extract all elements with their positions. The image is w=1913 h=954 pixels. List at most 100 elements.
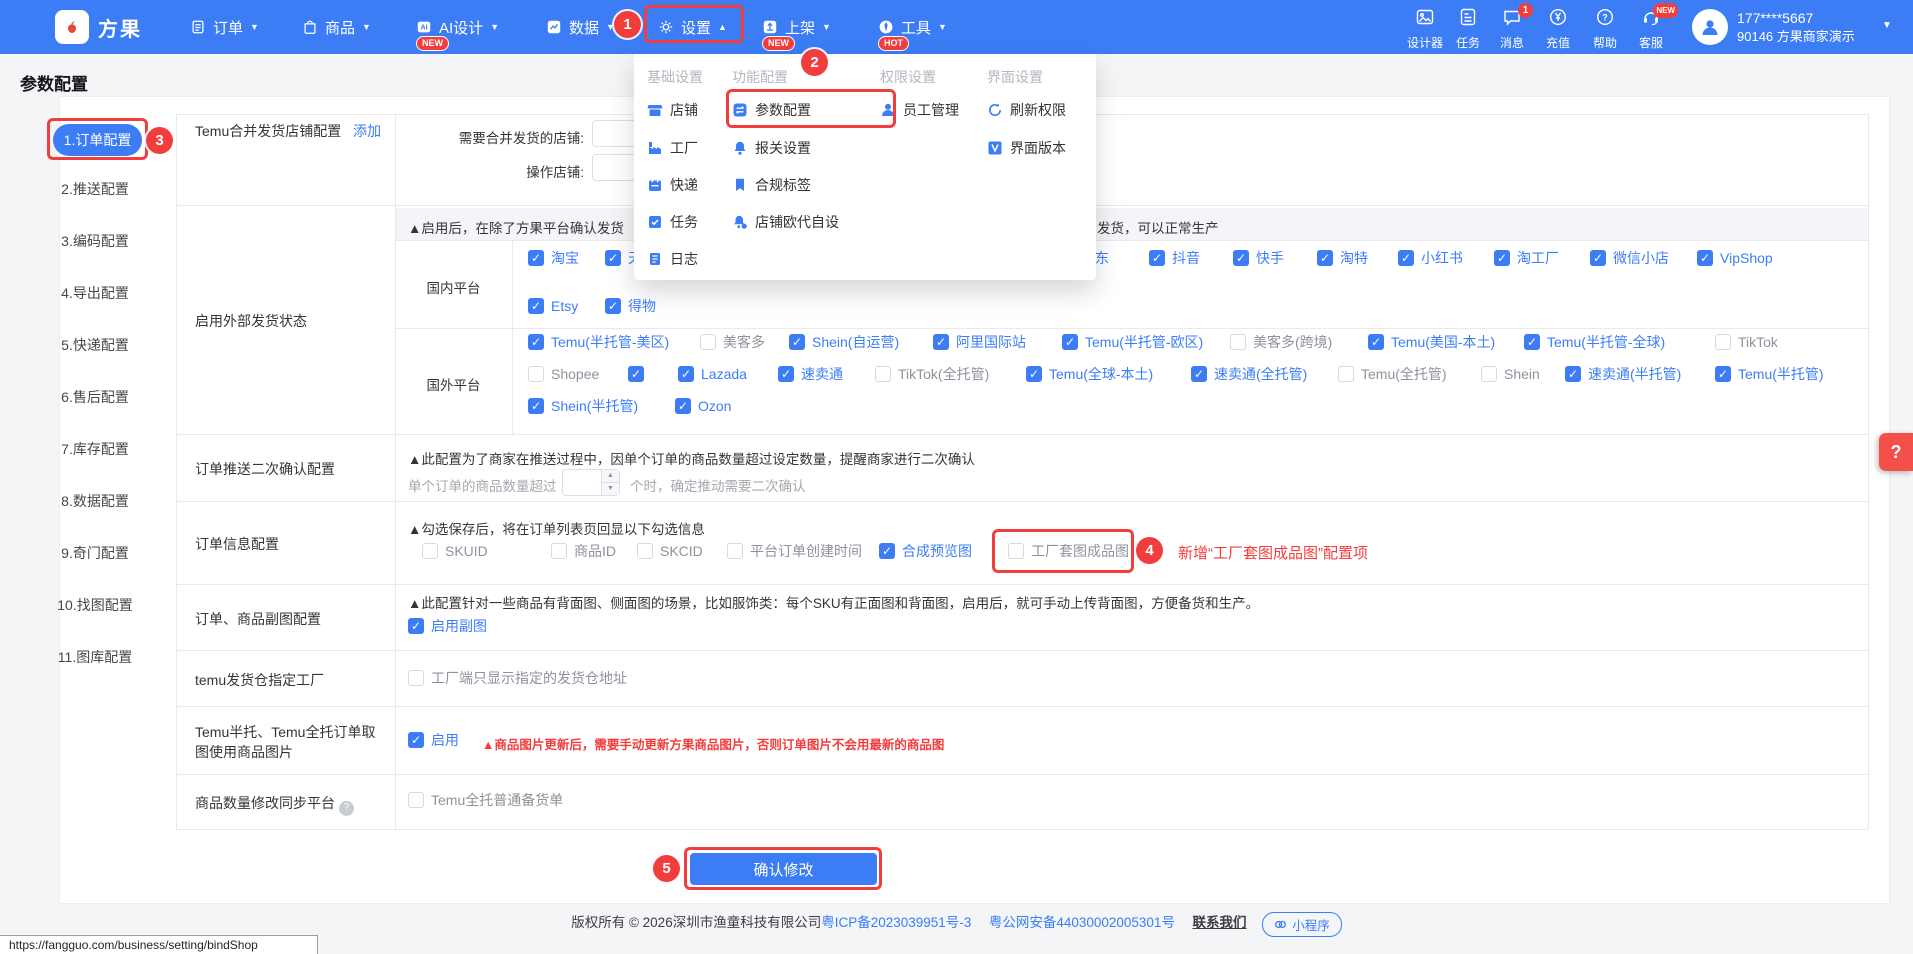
platform-checkbox-item[interactable] — [628, 366, 651, 382]
menu-item-eu-rep[interactable]: 店铺欧代自设 — [732, 212, 839, 232]
checkbox-checked-icon[interactable] — [789, 334, 805, 350]
platform-checkbox-item[interactable]: Shopee — [528, 366, 599, 382]
quick-service[interactable]: NEW 客服 — [1628, 3, 1678, 51]
add-link[interactable]: 添加 — [353, 123, 381, 139]
platform-checkbox-item[interactable]: 阿里国际站 — [933, 334, 1026, 350]
quick-tasks[interactable]: 任务 — [1445, 7, 1491, 51]
platform-checkbox-item[interactable]: Temu(半托管) — [1715, 366, 1824, 382]
sidebar-item-findimg-config[interactable]: 10.找图配置 — [30, 595, 160, 615]
menu-item-staff[interactable]: 员工管理 — [880, 100, 959, 120]
quantity-stepper[interactable]: ▲ ▼ — [562, 469, 620, 496]
platform-checkbox-item[interactable]: Lazada — [678, 366, 747, 382]
platform-checkbox-item[interactable]: 得物 — [605, 298, 656, 314]
sidebar-item-data-config[interactable]: 8.数据配置 — [30, 491, 160, 511]
nav-menu-products[interactable]: 商品 ▼ — [302, 0, 371, 54]
platform-checkbox-item[interactable]: 快手 — [1233, 250, 1284, 266]
sidebar-item-code-config[interactable]: 3.编码配置 — [30, 231, 160, 251]
platform-checkbox-item[interactable]: Shein(自运营) — [789, 334, 899, 350]
checkbox-checked-icon[interactable] — [1590, 250, 1606, 266]
platform-checkbox-item[interactable]: 微信小店 — [1590, 250, 1669, 266]
sidebar-item-express-config[interactable]: 5.快递配置 — [30, 335, 160, 355]
checkbox-unchecked-icon[interactable] — [1338, 366, 1354, 382]
platform-checkbox-item[interactable]: Temu(全托管) — [1338, 366, 1447, 382]
checkbox-unchecked-icon[interactable] — [1230, 334, 1246, 350]
menu-item-refresh-permission[interactable]: 刷新权限 — [987, 100, 1066, 120]
checkbox-checked-icon[interactable] — [1062, 334, 1078, 350]
checkbox-unchecked-icon[interactable] — [1715, 334, 1731, 350]
checkbox-checked-icon[interactable] — [1398, 250, 1414, 266]
checkbox-checked-icon[interactable] — [1715, 366, 1731, 382]
platform-checkbox-item[interactable]: Shein — [1481, 366, 1540, 382]
qty-sync-checkbox[interactable]: Temu全托普通备货单 — [408, 792, 563, 808]
platform-checkbox-item[interactable]: Etsy — [528, 298, 578, 314]
enable-temu-image-checkbox[interactable]: 启用 — [408, 732, 459, 748]
nav-menu-orders[interactable]: 订单 ▼ — [190, 0, 259, 54]
platform-checkbox-item[interactable]: TikTok — [1715, 334, 1778, 350]
quick-recharge[interactable]: 充值 — [1535, 7, 1581, 51]
checkbox-checked-icon[interactable] — [1524, 334, 1540, 350]
checkbox-unchecked-icon[interactable] — [1008, 543, 1024, 559]
stepper-down-icon[interactable]: ▼ — [602, 483, 619, 495]
platform-checkbox-item[interactable]: 淘工厂 — [1494, 250, 1559, 266]
checkbox-checked-icon[interactable] — [778, 366, 794, 382]
menu-item-compliance-label[interactable]: 合规标签 — [732, 175, 811, 195]
menu-item-param-config[interactable]: 参数配置 — [732, 100, 811, 120]
menu-item-customs[interactable]: 报关设置 — [732, 138, 811, 158]
warehouse-checkbox[interactable]: 工厂端只显示指定的发货仓地址 — [408, 670, 627, 686]
sidebar-item-push-config[interactable]: 2.推送配置 — [30, 179, 160, 199]
enable-sub-image-checkbox[interactable]: 启用副图 — [408, 618, 487, 634]
checkbox-checked-icon[interactable] — [528, 298, 544, 314]
quick-messages[interactable]: 1 消息 — [1489, 3, 1535, 51]
checkbox-checked-icon[interactable] — [1565, 366, 1581, 382]
order-info-option-factory-image[interactable]: 工厂套图成品图 — [1008, 543, 1129, 559]
order-info-option[interactable]: 平台订单创建时间 — [727, 543, 862, 559]
checkbox-unchecked-icon[interactable] — [408, 670, 424, 686]
brand-name[interactable]: 方果 — [98, 13, 142, 42]
checkbox-checked-icon[interactable] — [528, 398, 544, 414]
platform-checkbox-item[interactable]: Ozon — [675, 398, 731, 414]
checkbox-checked-icon[interactable] — [408, 618, 424, 634]
menu-item-express[interactable]: 快递 — [647, 175, 698, 195]
quick-help[interactable]: ? 帮助 — [1582, 7, 1628, 51]
menu-item-shop[interactable]: 店铺 — [647, 100, 698, 120]
quick-designer[interactable]: 设计器 — [1402, 7, 1448, 51]
platform-checkbox-item[interactable]: 美客多(跨境) — [1230, 334, 1332, 350]
sidebar-item-aftersale-config[interactable]: 6.售后配置 — [30, 387, 160, 407]
police-link[interactable]: 粤公网安备44030002005301号 — [989, 915, 1175, 930]
mini-program-button[interactable]: 小程序 — [1262, 912, 1342, 937]
checkbox-checked-icon[interactable] — [879, 543, 895, 559]
platform-checkbox-item[interactable]: 速卖通(全托管) — [1191, 366, 1307, 382]
checkbox-checked-icon[interactable] — [675, 398, 691, 414]
menu-item-log[interactable]: 日志 — [647, 249, 698, 269]
platform-checkbox-item[interactable]: 淘宝 — [528, 250, 579, 266]
checkbox-checked-icon[interactable] — [1233, 250, 1249, 266]
help-circle-icon[interactable]: ? — [339, 800, 354, 816]
platform-checkbox-item[interactable]: Temu(美国-本土) — [1368, 334, 1495, 350]
checkbox-checked-icon[interactable] — [528, 250, 544, 266]
checkbox-unchecked-icon[interactable] — [637, 543, 653, 559]
platform-checkbox-item[interactable]: Temu(半托管-全球) — [1524, 334, 1665, 350]
nav-menu-settings[interactable]: 设置 ▲ — [658, 0, 727, 54]
checkbox-checked-icon[interactable] — [1149, 250, 1165, 266]
brand-logo[interactable] — [55, 10, 89, 44]
platform-checkbox-item[interactable]: Temu(半托管-美区) — [528, 334, 669, 350]
checkbox-unchecked-icon[interactable] — [528, 366, 544, 382]
sidebar-item-qimen-config[interactable]: 9.奇门配置 — [30, 543, 160, 563]
sidebar-item-order-config-active[interactable]: 1.订单配置 — [53, 124, 142, 156]
account-info[interactable]: 177****5667 90146 方果商家演示 — [1737, 9, 1855, 46]
order-info-option[interactable]: SKUID — [422, 543, 488, 559]
checkbox-checked-icon[interactable] — [1697, 250, 1713, 266]
avatar[interactable] — [1692, 9, 1728, 45]
checkbox-unchecked-icon[interactable] — [875, 366, 891, 382]
checkbox-unchecked-icon[interactable] — [408, 792, 424, 808]
menu-item-task[interactable]: 任务 — [647, 212, 698, 232]
checkbox-checked-icon[interactable] — [1026, 366, 1042, 382]
checkbox-checked-icon[interactable] — [528, 334, 544, 350]
checkbox-checked-icon[interactable] — [678, 366, 694, 382]
sidebar-item-export-config[interactable]: 4.导出配置 — [30, 283, 160, 303]
order-info-option[interactable]: SKCID — [637, 543, 703, 559]
checkbox-unchecked-icon[interactable] — [422, 543, 438, 559]
order-info-option[interactable]: 合成预览图 — [879, 543, 972, 559]
platform-checkbox-item[interactable]: 小红书 — [1398, 250, 1463, 266]
nav-menu-data[interactable]: 数据 ▼ — [546, 0, 615, 54]
